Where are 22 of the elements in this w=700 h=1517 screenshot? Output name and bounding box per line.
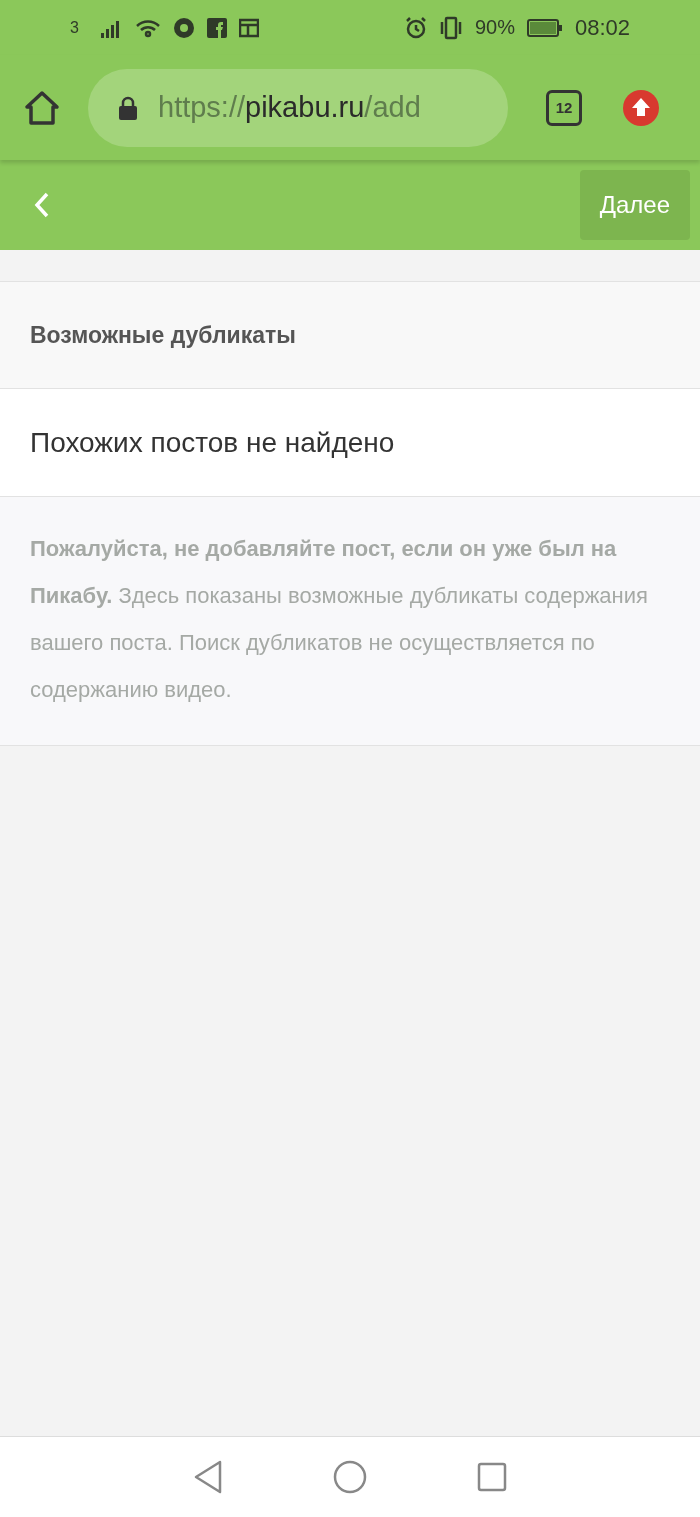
no-results-text: Похожих постов не найдено	[30, 426, 395, 459]
url-text: https://pikabu.ru/add	[158, 91, 421, 124]
upload-icon[interactable]	[622, 88, 660, 127]
battery-percent: 90%	[474, 16, 515, 39]
wifi-icon	[134, 17, 161, 38]
sim-label: 3	[70, 18, 79, 37]
vibrate-icon	[438, 15, 463, 40]
recents-nav-icon[interactable]	[477, 1462, 507, 1492]
section-title: Возможные дубликаты	[30, 321, 296, 349]
alarm-icon	[404, 16, 427, 39]
url-field[interactable]: https://pikabu.ru/add	[88, 68, 508, 147]
back-nav-icon[interactable]	[193, 1460, 223, 1494]
home-nav-icon[interactable]	[333, 1460, 367, 1494]
chrome-icon	[172, 16, 195, 39]
facebook-icon	[206, 17, 227, 38]
battery-icon	[526, 17, 563, 38]
tab-count[interactable]: 12	[546, 89, 582, 126]
notice-text: Пожалуйста, не добавляйте пост, если он уже был на Пикабу. Здесь показаны возможные дубликаты содержания вашего поста. Поиск дубликатов не осуществляется по содержанию видео.	[30, 535, 649, 704]
clock: 08:02	[574, 14, 630, 41]
home-icon[interactable]	[24, 89, 60, 126]
calendar-icon	[238, 17, 259, 38]
lock-icon	[118, 95, 138, 120]
